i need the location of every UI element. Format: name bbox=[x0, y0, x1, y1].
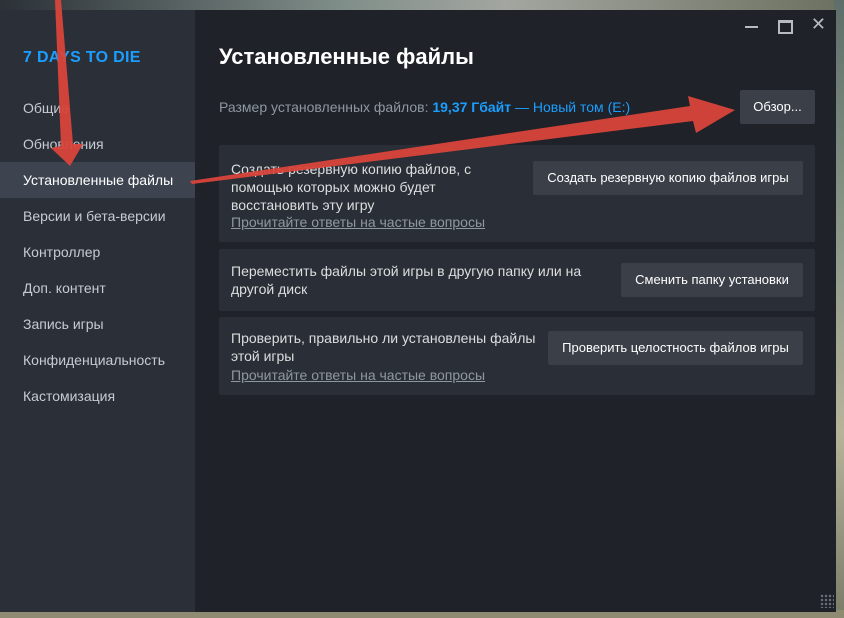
backup-button[interactable]: Создать резервную копию файлов игры bbox=[533, 161, 803, 195]
verify-description: Проверить, правильно ли установлены файл… bbox=[231, 329, 535, 365]
game-properties-window: 7 DAYS TO DIE Общие Обновления Установле… bbox=[0, 10, 836, 612]
backup-description: Создать резервную копию файлов, с помощь… bbox=[231, 160, 471, 214]
move-folder-section: Переместить файлы этой игры в другую пап… bbox=[219, 249, 815, 311]
minimize-icon[interactable] bbox=[745, 26, 758, 28]
sidebar-nav: Общие Обновления Установленные файлы Вер… bbox=[0, 90, 195, 414]
verify-text-line: этой игры bbox=[231, 348, 295, 364]
sidebar-item-general[interactable]: Общие bbox=[0, 90, 195, 126]
close-icon[interactable]: ✕ bbox=[811, 14, 826, 35]
main-panel: Установленные файлы Размер установленных… bbox=[195, 10, 836, 612]
move-text-line: Переместить файлы этой игры в другую пап… bbox=[231, 263, 582, 279]
resize-grip-icon[interactable] bbox=[820, 594, 834, 608]
sidebar-item-privacy[interactable]: Конфиденциальность bbox=[0, 342, 195, 378]
move-description: Переместить файлы этой игры в другую пап… bbox=[231, 262, 581, 298]
sidebar-item-controller[interactable]: Контроллер bbox=[0, 234, 195, 270]
backup-text-line: помощью которых можно будет bbox=[231, 179, 436, 195]
sidebar-item-game-recording[interactable]: Запись игры bbox=[0, 306, 195, 342]
move-text-line: другой диск bbox=[231, 281, 308, 297]
verify-section: Проверить, правильно ли установлены файл… bbox=[219, 317, 815, 395]
verify-faq-link[interactable]: Прочитайте ответы на частые вопросы bbox=[231, 367, 485, 383]
sidebar-item-installed-files[interactable]: Установленные файлы bbox=[0, 162, 195, 198]
browse-button[interactable]: Обзор... bbox=[740, 90, 815, 124]
sidebar-item-customization[interactable]: Кастомизация bbox=[0, 378, 195, 414]
sidebar-item-betas[interactable]: Версии и бета-версии bbox=[0, 198, 195, 234]
sidebar-item-updates[interactable]: Обновления bbox=[0, 126, 195, 162]
backup-section: Создать резервную копию файлов, с помощь… bbox=[219, 145, 815, 242]
maximize-icon[interactable] bbox=[778, 20, 793, 34]
backup-text-line: восстановить эту игру bbox=[231, 197, 375, 213]
verify-text-line: Проверить, правильно ли установлены файл… bbox=[231, 330, 536, 346]
drive-label: — Новый том (E:) bbox=[515, 99, 631, 115]
size-value: 19,37 Гбайт bbox=[432, 99, 512, 115]
verify-integrity-button[interactable]: Проверить целостность файлов игры bbox=[548, 331, 803, 365]
sidebar: 7 DAYS TO DIE Общие Обновления Установле… bbox=[0, 10, 195, 612]
sidebar-item-dlc[interactable]: Доп. контент bbox=[0, 270, 195, 306]
game-title: 7 DAYS TO DIE bbox=[23, 49, 141, 66]
installed-size-line: Размер установленных файлов: 19,37 Гбайт… bbox=[219, 99, 630, 115]
backup-text-line: Создать резервную копию файлов, с bbox=[231, 161, 472, 177]
page-title: Установленные файлы bbox=[219, 44, 474, 69]
change-install-folder-button[interactable]: Сменить папку установки bbox=[621, 263, 803, 297]
size-label: Размер установленных файлов: bbox=[219, 99, 429, 115]
backup-faq-link[interactable]: Прочитайте ответы на частые вопросы bbox=[231, 214, 485, 230]
